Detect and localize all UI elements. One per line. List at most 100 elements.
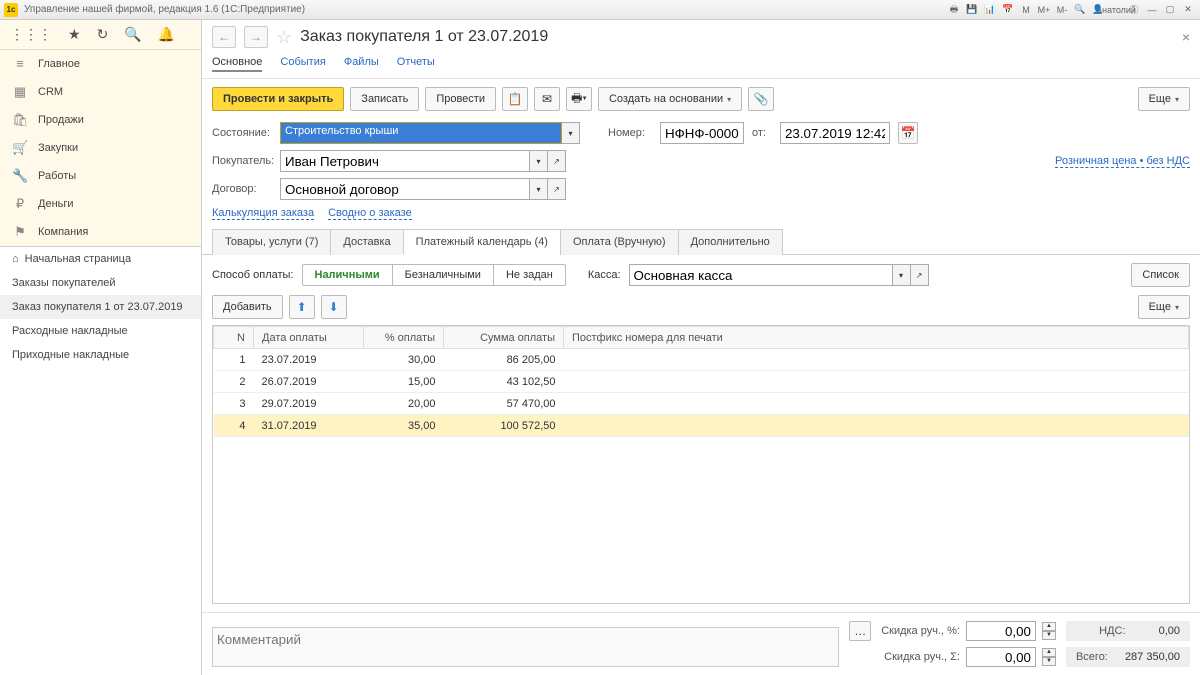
move-up-icon[interactable]: ⬆ xyxy=(289,295,315,319)
doc-link[interactable]: Сводно о заказе xyxy=(328,207,412,220)
back-button[interactable]: ← xyxy=(212,26,236,48)
tab[interactable]: Доставка xyxy=(330,229,403,255)
payment-table[interactable]: NДата оплаты% оплатыСумма оплатыПостфикс… xyxy=(213,326,1189,437)
maximize-icon[interactable]: ▢ xyxy=(1162,3,1178,17)
m-icon[interactable]: M xyxy=(1018,3,1034,17)
zoom-icon[interactable]: 🔍 xyxy=(1072,3,1088,17)
post-and-close-button[interactable]: Провести и закрыть xyxy=(212,87,344,111)
search-icon[interactable]: 🔍 xyxy=(124,26,141,43)
cell-n: 1 xyxy=(214,349,254,371)
info-icon[interactable]: ⓘ xyxy=(1126,3,1142,17)
customer-open-icon[interactable]: ↗ xyxy=(548,150,566,172)
calc-icon[interactable]: 📊 xyxy=(982,3,998,17)
user-name: Анатолий xyxy=(1108,3,1124,17)
column-header[interactable]: Дата оплаты xyxy=(254,327,364,349)
kassa-open-icon[interactable]: ↗ xyxy=(911,264,929,286)
print-drop-icon[interactable]: 🖶▾ xyxy=(566,87,592,111)
tab[interactable]: Дополнительно xyxy=(678,229,783,255)
history-icon[interactable]: ↻ xyxy=(97,26,109,43)
number-input[interactable] xyxy=(660,122,744,144)
calendar-icon[interactable]: 📅 xyxy=(1000,3,1016,17)
nav-item[interactable]: 🔧Работы xyxy=(0,162,201,190)
comment-expand-icon[interactable]: … xyxy=(849,621,871,641)
nav-item[interactable]: ⚑Компания xyxy=(0,218,201,246)
minimize-icon[interactable]: — xyxy=(1144,3,1160,17)
spin-down-icon[interactable]: ▼ xyxy=(1042,657,1056,666)
nav-item[interactable]: ≡Главное xyxy=(0,50,201,78)
table-row[interactable]: 226.07.201915,0043 102,50 xyxy=(214,371,1189,393)
write-button[interactable]: Записать xyxy=(350,87,419,111)
spin-up-icon[interactable]: ▲ xyxy=(1042,622,1056,631)
nav-item[interactable]: 🛍Продажи xyxy=(0,106,201,134)
mminus-icon[interactable]: M- xyxy=(1054,3,1070,17)
tab[interactable]: Платежный календарь (4) xyxy=(403,229,561,255)
apps-icon[interactable]: ⋮⋮⋮ xyxy=(10,26,52,43)
open-doc-item[interactable]: Приходные накладные xyxy=(0,343,201,367)
tab[interactable]: Товары, услуги (7) xyxy=(212,229,331,255)
copy-icon[interactable]: 📋 xyxy=(502,87,528,111)
payment-method-option[interactable]: Не задан xyxy=(494,265,565,285)
mplus-icon[interactable]: M+ xyxy=(1036,3,1052,17)
print-icon[interactable]: 🖶 xyxy=(946,3,962,17)
contract-open-icon[interactable]: ↗ xyxy=(548,178,566,200)
notifications-icon[interactable]: 🔔 xyxy=(158,26,175,43)
save-icon[interactable]: 💾 xyxy=(964,3,980,17)
nav-icon: 🔧 xyxy=(12,168,28,184)
discount-sum-input[interactable] xyxy=(966,647,1036,667)
forward-button[interactable]: → xyxy=(244,26,268,48)
table-row[interactable]: 123.07.201930,0086 205,00 xyxy=(214,349,1189,371)
state-dropdown-icon[interactable]: ▾ xyxy=(562,122,580,144)
post-button[interactable]: Провести xyxy=(425,87,496,111)
contract-dropdown-icon[interactable]: ▾ xyxy=(530,178,548,200)
attach-icon[interactable]: 📎 xyxy=(748,87,774,111)
discount-pct-input[interactable] xyxy=(966,621,1036,641)
payment-method-option[interactable]: Наличными xyxy=(303,265,393,285)
table-more-button[interactable]: Еще xyxy=(1138,295,1190,319)
spin-down-icon[interactable]: ▼ xyxy=(1042,631,1056,640)
more-button[interactable]: Еще xyxy=(1138,87,1190,111)
nav-item[interactable]: ₽Деньги xyxy=(0,190,201,218)
move-down-icon[interactable]: ⬇ xyxy=(321,295,347,319)
cell-postfix xyxy=(564,349,1189,371)
favorite-star-icon[interactable]: ☆ xyxy=(276,27,292,48)
list-button[interactable]: Список xyxy=(1131,263,1190,287)
calendar-picker-icon[interactable]: 📅 xyxy=(898,122,918,144)
column-header[interactable]: N xyxy=(214,327,254,349)
close-icon[interactable]: ✕ xyxy=(1180,3,1196,17)
open-doc-item[interactable]: Заказы покупателей xyxy=(0,271,201,295)
open-doc-item[interactable]: Расходные накладные xyxy=(0,319,201,343)
nav-item[interactable]: 🛒Закупки xyxy=(0,134,201,162)
column-header[interactable]: Сумма оплаты xyxy=(444,327,564,349)
table-row[interactable]: 329.07.201920,0057 470,00 xyxy=(214,393,1189,415)
kassa-dropdown-icon[interactable]: ▾ xyxy=(893,264,911,286)
nav-label: Главное xyxy=(38,58,80,70)
column-header[interactable]: Постфикс номера для печати xyxy=(564,327,1189,349)
state-input[interactable]: Строительство крыши xyxy=(281,123,561,143)
doc-footer: … Скидка руч., %: ▲▼ Скидка руч., Σ: ▲▼ … xyxy=(202,612,1200,675)
mail-icon[interactable]: ✉ xyxy=(534,87,560,111)
doc-link[interactable]: Калькуляция заказа xyxy=(212,207,314,220)
tab[interactable]: Оплата (Вручную) xyxy=(560,229,679,255)
nav-item[interactable]: ▦CRM xyxy=(0,78,201,106)
kassa-input[interactable] xyxy=(629,264,893,286)
create-on-basis-button[interactable]: Создать на основании xyxy=(598,87,742,111)
date-input[interactable] xyxy=(780,122,890,144)
comment-input[interactable] xyxy=(212,627,839,667)
add-row-button[interactable]: Добавить xyxy=(212,295,283,319)
subtab[interactable]: События xyxy=(280,54,325,72)
subtab[interactable]: Основное xyxy=(212,54,262,72)
open-doc-item[interactable]: ⌂Начальная страница xyxy=(0,247,201,271)
column-header[interactable]: % оплаты xyxy=(364,327,444,349)
customer-input[interactable] xyxy=(280,150,530,172)
favorites-icon[interactable]: ★ xyxy=(68,26,81,43)
subtab[interactable]: Файлы xyxy=(344,54,379,72)
open-doc-item[interactable]: Заказ покупателя 1 от 23.07.2019 xyxy=(0,295,201,319)
spin-up-icon[interactable]: ▲ xyxy=(1042,648,1056,657)
close-doc-button[interactable]: × xyxy=(1182,29,1190,45)
contract-input[interactable] xyxy=(280,178,530,200)
customer-dropdown-icon[interactable]: ▾ xyxy=(530,150,548,172)
table-row[interactable]: 431.07.201935,00100 572,50 xyxy=(214,415,1189,437)
payment-method-option[interactable]: Безналичными xyxy=(393,265,494,285)
price-type-link[interactable]: Розничная цена • без НДС xyxy=(1055,155,1190,168)
subtab[interactable]: Отчеты xyxy=(397,54,435,72)
